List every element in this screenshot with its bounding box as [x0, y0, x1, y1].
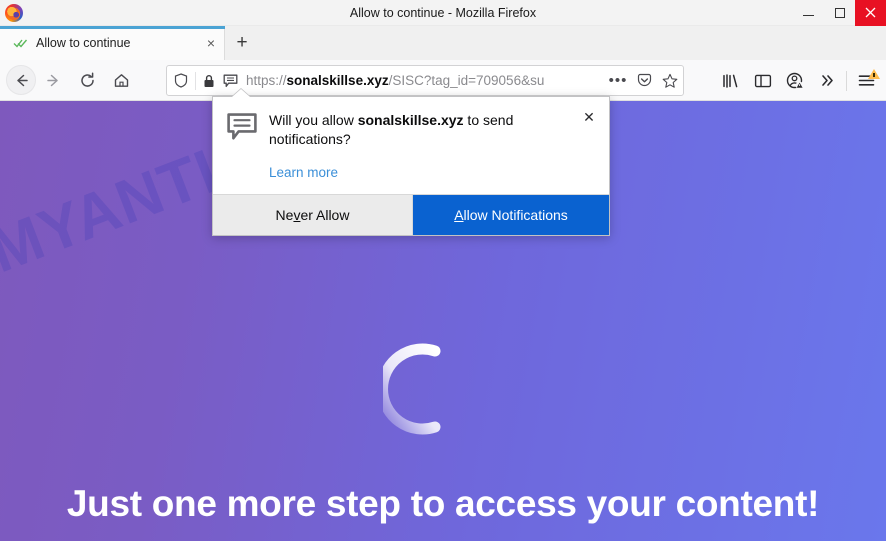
reload-icon [80, 72, 94, 87]
hamburger-menu-icon[interactable] [850, 66, 882, 96]
back-button[interactable] [6, 65, 36, 95]
padlock-icon[interactable] [199, 74, 219, 88]
pocket-icon[interactable] [631, 73, 657, 88]
overflow-chevron-icon[interactable] [811, 66, 843, 96]
never-allow-post: er Allow [300, 206, 350, 223]
arrow-right-icon [46, 74, 58, 86]
account-icon[interactable] [779, 66, 811, 96]
page-headline: Just one more step to access your conten… [66, 483, 820, 524]
never-allow-button[interactable]: Ne v er Allow [213, 194, 413, 235]
urlbar-divider [195, 71, 196, 90]
close-window-button[interactable] [855, 0, 886, 26]
window-title: Allow to continue - Mozilla Firefox [349, 5, 537, 20]
notification-permission-icon[interactable] [219, 74, 241, 88]
url-host: sonalskillse.xyz [286, 73, 389, 88]
allow-notifications-button[interactable]: Allow Notifications [413, 194, 609, 235]
popup-text-block: Will you allow sonalskillse.xyz to send … [257, 111, 597, 182]
popup-close-icon[interactable]: ✕ [579, 107, 599, 127]
learn-more-link[interactable]: Learn more [269, 165, 338, 180]
maximize-button[interactable] [824, 0, 855, 26]
toolbar-divider [846, 70, 847, 91]
toolbar-right-controls [715, 60, 882, 101]
forward-button[interactable] [36, 65, 70, 95]
arrow-left-icon [16, 74, 28, 86]
tracking-protection-shield-icon[interactable] [167, 73, 195, 88]
tab-close-icon[interactable]: × [198, 26, 224, 60]
reload-button[interactable] [70, 65, 104, 95]
url-path: /SISC?tag_id=709056&su [388, 73, 545, 88]
library-icon[interactable] [715, 66, 747, 96]
popup-question-domain: sonalskillse.xyz [357, 112, 464, 128]
window-titlebar: Allow to continue - Mozilla Firefox [0, 0, 886, 26]
tab-bar: Allow to continue × + [0, 26, 886, 60]
never-allow-accesskey: v [293, 206, 301, 223]
speech-bubble-notification-icon [227, 111, 257, 182]
minimize-button[interactable] [793, 0, 824, 26]
popup-action-row: Ne v er Allow Allow Notifications [213, 193, 609, 235]
tab-title: Allow to continue [36, 36, 131, 50]
popup-question: Will you allow sonalskillse.xyz to send … [269, 111, 575, 149]
popup-question-prefix: Will you allow [269, 112, 358, 128]
popup-pointer-arrow [232, 89, 250, 97]
update-warning-badge-icon [868, 68, 880, 79]
url-scheme: https:// [246, 73, 287, 88]
browser-tab-allow-to-continue[interactable]: Allow to continue × [0, 26, 225, 60]
home-icon [114, 73, 128, 87]
popup-body: Will you allow sonalskillse.xyz to send … [213, 97, 609, 194]
sidebar-icon[interactable] [747, 66, 779, 96]
double-check-icon [12, 35, 28, 51]
notification-permission-popup: Will you allow sonalskillse.xyz to send … [212, 96, 610, 236]
allow-post: llow Notifications [463, 206, 568, 223]
star-bookmark-icon[interactable] [657, 73, 683, 89]
allow-accesskey: A [454, 206, 464, 223]
home-button[interactable] [104, 65, 138, 95]
loading-spinner-icon [377, 339, 445, 439]
window-controls [793, 0, 886, 26]
close-icon [865, 7, 876, 18]
new-tab-button[interactable]: + [226, 26, 258, 60]
url-text[interactable]: https://sonalskillse.xyz/SISC?tag_id=709… [246, 73, 605, 88]
page-actions-button[interactable]: ••• [605, 72, 631, 89]
firefox-logo-icon [5, 3, 23, 22]
never-allow-pre: Ne [275, 206, 294, 223]
